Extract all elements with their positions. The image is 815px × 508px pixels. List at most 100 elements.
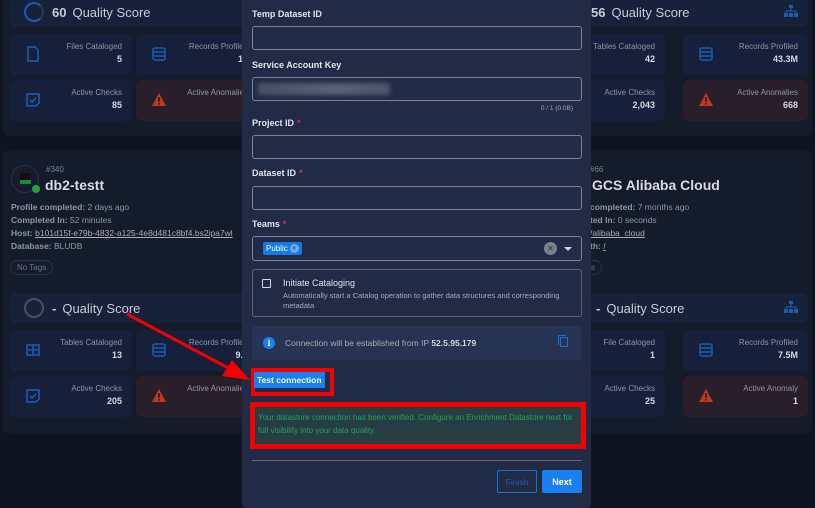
tile-label: Active Anomalies [187,384,248,393]
tile-active-checks: Active Checks 85 [10,80,132,121]
file-icon [27,46,39,62]
hierarchy-icon[interactable] [784,301,798,313]
value: 2 days ago [87,202,130,212]
tile-records-profiled: Records Profiled 12 [136,34,258,75]
service-account-key-input[interactable] [252,77,582,101]
completed-in: ted In: 0 seconds [590,215,657,225]
quality-score-bar: 60 Quality Score [10,0,260,27]
host-link[interactable]: b101d15f-e79b-4832-a125-4e8d481c8bf4.bs2… [35,228,233,238]
team-chip-public: Public ✕ [263,242,302,255]
teams-label: Teams * [252,219,286,229]
chevron-down-icon[interactable] [564,247,572,251]
tile-label: Tables Cataloged [60,338,122,347]
datastore-name[interactable]: GCS Alibaba Cloud [592,177,720,193]
label: Host: [11,228,33,238]
tile-value: 42 [644,54,655,64]
info-icon: i [263,337,275,349]
quality-score-label: Quality Score [606,300,685,316]
redacted-value [258,83,390,95]
status-dot [32,185,40,193]
tile-label: File Cataloged [603,338,655,347]
tile-active-anomalies: Active Anomalies 1 [136,80,258,121]
initiate-cataloging-checkbox[interactable] [262,279,271,288]
label-text: Dataset ID [252,168,297,178]
label: completed: [590,202,636,212]
tile-value: 668 [782,100,798,110]
quality-score-label: Quality Score [611,4,690,20]
clear-selection-icon[interactable]: ✕ [544,242,557,255]
tile-value: 25 [644,396,655,406]
tile-active-anomalies: Active Anomalies 668 [683,80,808,121]
datastore-card-left-top[interactable]: 60 Quality Score Files Cataloged 5 Recor… [3,0,263,136]
warning-icon [699,389,713,402]
warning-icon [152,93,166,106]
profile-completed: Profile completed: 2 days ago [11,202,129,212]
dataset-id-input[interactable] [252,186,582,210]
required-marker: * [297,118,301,128]
tile-label: Active Anomaly [743,384,798,393]
required-marker: * [282,219,287,229]
label: Profile completed: [11,202,86,212]
database-icon [152,47,166,61]
tile-active-anomaly: Active Anomaly 1 [683,376,808,417]
datastore-card-gcs-alibaba-cloud[interactable]: #66 GCS Alibaba Cloud completed: 7 month… [570,150,812,434]
tile-value: 1 [792,396,798,406]
temp-dataset-id-input[interactable] [252,26,582,50]
hierarchy-icon[interactable] [784,5,798,17]
teams-select[interactable]: Public ✕ ✕ [252,236,582,261]
tile-active-anomalies: Active Anomalies [136,376,258,417]
table-icon [26,344,40,356]
checklist-icon [26,93,40,107]
datastore-card-db2-testt[interactable]: #340 db2-testt Profile completed: 2 days… [3,150,263,434]
quality-score-ring [24,2,44,22]
profile-completed: completed: 7 months ago [590,202,689,212]
divider [252,460,582,461]
database-icon [152,343,166,357]
ip-info-message: Connection will be established from IP [285,338,429,348]
tile-label: Tables Cataloged [593,42,655,51]
label-text: Project ID [252,118,295,128]
tile-label: Active Anomalies [187,88,248,97]
value: 0 seconds [617,215,657,225]
ip-address: 52.5.95.179 [431,338,477,348]
warning-icon [699,93,713,106]
ip-info-text: Connection will be established from IP 5… [285,338,476,348]
tile-records-profiled: Records Profiled 7.5M [683,330,808,371]
database: Database: BLUDB [11,241,82,251]
tile-label: Records Profiled [738,42,798,51]
label-text: Teams [252,219,280,229]
project-id-label: Project ID * [252,118,301,128]
checklist-icon [26,389,40,403]
tile-label: Records Profiled [188,42,248,51]
host-link[interactable]: /alibaba_cloud [590,228,645,238]
test-connection-button[interactable]: Test connection [254,372,325,388]
finish-button[interactable]: Finish [497,470,537,493]
tile-files-cataloged: Files Cataloged 5 [10,34,132,75]
path: th: / [590,241,606,251]
initiate-cataloging-option[interactable]: Initiate Cataloging Automatically start … [252,269,582,317]
tile-value: 205 [106,396,122,406]
project-id-input[interactable] [252,135,582,159]
value: 7 months ago [637,202,690,212]
path-link[interactable]: / [603,241,605,251]
tile-value: 85 [111,100,122,110]
tile-value: 7.5M [777,350,798,360]
success-alert: Your datastore connection has been verif… [255,407,581,444]
database-icon [699,343,713,357]
datastore-name[interactable]: db2-testt [45,177,104,193]
temp-dataset-id-label: Temp Dataset ID [252,9,322,19]
copy-icon[interactable] [558,335,568,347]
datastore-card-right-top[interactable]: 56 Quality Score Tables Cataloged 42 Rec… [570,0,812,136]
tag-pill[interactable]: No Tags [10,260,54,275]
tile-tables-cataloged: Tables Cataloged 13 [10,330,132,371]
tile-label: Records Profiled [188,338,248,347]
tile-value: 13 [111,350,122,360]
tile-label: Active Checks [604,88,655,97]
tile-label: Files Cataloged [66,42,122,51]
next-button[interactable]: Next [542,470,582,493]
value: BLUDB [54,241,83,251]
chip-remove-icon[interactable]: ✕ [289,244,299,253]
datastore-id: #66 [590,165,604,174]
quality-score-value: - [596,300,601,316]
quality-score-value: 56 [591,4,606,20]
